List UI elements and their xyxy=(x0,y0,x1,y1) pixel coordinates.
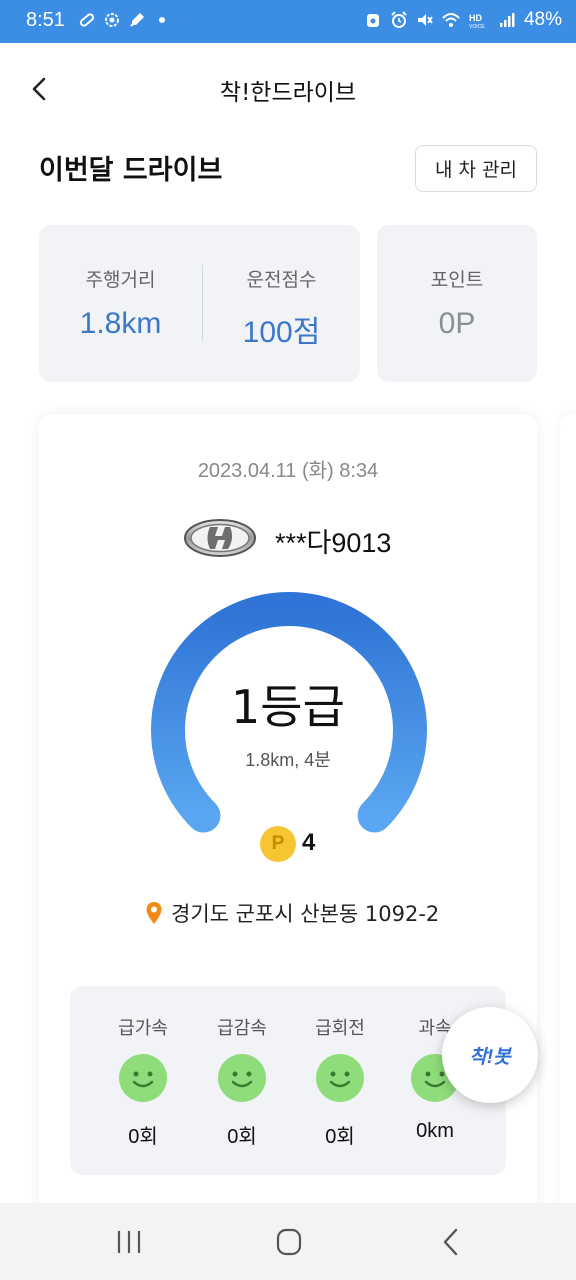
wifi-icon xyxy=(442,13,460,27)
point-value: 0P xyxy=(438,307,476,340)
drive-location: 경기도 군포시 산본동 1092-2 xyxy=(145,898,439,928)
distance-label: 주행거리 xyxy=(85,269,156,291)
chatbot-button[interactable]: 착!봇 xyxy=(442,1007,538,1103)
recents-icon[interactable] xyxy=(113,1227,145,1257)
point-stat-card[interactable]: 포인트 0P xyxy=(377,225,537,382)
section-title: 이번달 드라이브 xyxy=(39,155,223,186)
car-plate: ***다9013 xyxy=(275,528,392,558)
status-time: 8:51 xyxy=(26,9,65,31)
alarm-icon xyxy=(391,11,407,28)
smiley-face-icon xyxy=(119,1054,167,1102)
chatbot-label: 착!봇 xyxy=(469,1046,511,1068)
battery-level: 48% xyxy=(523,9,562,30)
event-value: 0회 xyxy=(128,1126,158,1148)
my-car-manage-button[interactable]: 내 차 관리 xyxy=(415,145,537,192)
hd-voice-icon: HDVOICE xyxy=(469,13,485,29)
rocket-icon xyxy=(130,13,144,27)
home-icon[interactable] xyxy=(273,1227,305,1257)
system-nav-bar xyxy=(0,1203,576,1280)
point-coin-icon: P xyxy=(260,826,296,862)
location-text: 경기도 군포시 산본동 1092-2 xyxy=(171,902,440,926)
monthly-stats-card: 주행거리 1.8km 운전점수 100점 xyxy=(39,225,360,382)
status-right-icons: HD VOICE xyxy=(364,11,516,29)
smiley-face-icon xyxy=(218,1054,266,1102)
next-drive-card-peek[interactable] xyxy=(560,414,576,1214)
score-value: 100점 xyxy=(242,316,321,349)
dot-icon xyxy=(159,17,165,23)
event-label: 급가속 xyxy=(118,1018,168,1039)
back-icon[interactable] xyxy=(436,1227,468,1257)
event-label: 급회전 xyxy=(315,1018,365,1039)
smiley-face-icon xyxy=(316,1054,364,1102)
pill-icon xyxy=(79,13,95,27)
event-value: 0회 xyxy=(227,1126,257,1148)
point-label: 포인트 xyxy=(430,269,484,291)
app-header: 착!한드라이브 xyxy=(0,43,576,135)
home-lock-icon xyxy=(367,14,379,27)
distance-value: 1.8km xyxy=(79,307,162,340)
event-value: 0km xyxy=(416,1120,454,1142)
svg-text:VOICE: VOICE xyxy=(469,24,485,29)
distance-stat: 주행거리 1.8km xyxy=(39,225,202,382)
driving-events: 급가속 0회 급감속 0회 급회전 0회 과속 0km xyxy=(70,986,506,1175)
location-pin-icon xyxy=(146,902,162,924)
event-label: 급감속 xyxy=(217,1018,267,1039)
signal-icon xyxy=(500,13,515,27)
points-earned: 4 xyxy=(302,829,316,856)
settings-ring-icon xyxy=(105,13,119,27)
hyundai-logo-icon xyxy=(184,519,256,557)
driving-grade: 1등급 xyxy=(231,680,345,734)
status-left-icons xyxy=(78,11,171,29)
point-stat: 포인트 0P xyxy=(377,225,537,382)
drive-summary: 1.8km, 4분 xyxy=(245,750,331,770)
score-label: 운전점수 xyxy=(246,269,317,291)
score-stat: 운전점수 100점 xyxy=(203,225,360,382)
status-bar: 8:51 HD VOICE 48% xyxy=(0,0,576,43)
svg-text:HD: HD xyxy=(469,13,482,23)
event-value: 0회 xyxy=(325,1126,355,1148)
drive-date: 2023.04.11 (화) 8:34 xyxy=(197,460,379,482)
mute-icon xyxy=(418,14,433,26)
page-title: 착!한드라이브 xyxy=(219,80,357,106)
